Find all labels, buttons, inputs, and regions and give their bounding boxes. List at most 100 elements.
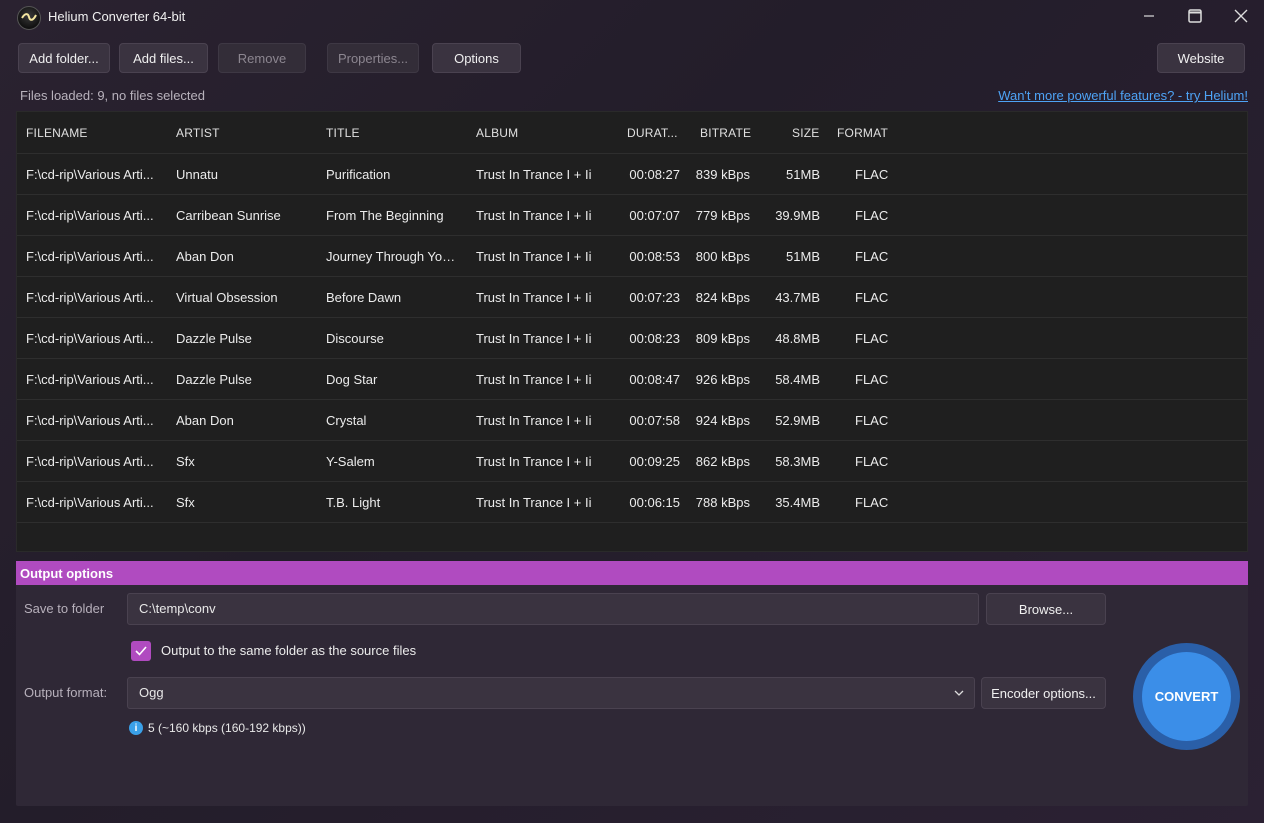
table-row[interactable]: F:\cd-rip\Various Arti... Dazzle Pulse Dog… bbox=[17, 358, 1247, 400]
table-row[interactable]: F:\cd-rip\Various Arti... Virtual Obsessi… bbox=[17, 276, 1247, 318]
cell-filename: F:\cd-rip\Various Arti... bbox=[26, 290, 154, 305]
cell-size: 35.4MB bbox=[775, 495, 820, 510]
output-options-header: Output options bbox=[16, 561, 1248, 585]
output-options-title: Output options bbox=[20, 566, 114, 581]
save-folder-input[interactable]: C:\temp\conv bbox=[127, 593, 979, 625]
table-row[interactable]: F:\cd-rip\Various Arti... Carribean Sunri… bbox=[17, 194, 1247, 236]
table-row[interactable]: F:\cd-rip\Various Arti... Sfx Y-Salem Trust… bbox=[17, 440, 1247, 482]
add-files-button[interactable]: Add files... bbox=[119, 43, 208, 73]
cell-title: Crystal bbox=[326, 413, 367, 428]
cell-format: FLAC bbox=[855, 249, 889, 264]
browse-button[interactable]: Browse... bbox=[986, 593, 1106, 625]
cell-format: FLAC bbox=[855, 372, 889, 387]
info-icon: i bbox=[129, 721, 143, 735]
cell-duration: 00:08:23 bbox=[629, 331, 680, 346]
cell-format: FLAC bbox=[855, 167, 889, 182]
cell-size: 48.8MB bbox=[775, 331, 820, 346]
convert-button-ring[interactable]: CONVERT bbox=[1133, 643, 1240, 750]
cell-album: Trust In Trance I + Ii bbox=[476, 290, 592, 305]
cell-format: FLAC bbox=[855, 495, 889, 510]
cell-bitrate: 779 kBps bbox=[695, 208, 750, 223]
cell-duration: 00:06:15 bbox=[629, 495, 680, 510]
window-title: Helium Converter 64-bit bbox=[48, 9, 186, 24]
cell-bitrate: 924 kBps bbox=[695, 413, 750, 428]
cell-format: FLAC bbox=[855, 454, 889, 469]
options-button[interactable]: Options bbox=[432, 43, 521, 73]
minimize-icon[interactable] bbox=[1126, 0, 1172, 32]
cell-duration: 00:08:47 bbox=[629, 372, 680, 387]
quality-info-text: 5 (~160 kbps (160-192 kbps)) bbox=[148, 721, 306, 735]
cell-bitrate: 926 kBps bbox=[695, 372, 750, 387]
cell-artist: Sfx bbox=[176, 454, 195, 469]
cell-filename: F:\cd-rip\Various Arti... bbox=[26, 167, 154, 182]
output-format-label: Output format: bbox=[24, 685, 108, 700]
cell-album: Trust In Trance I + Ii bbox=[476, 331, 592, 346]
column-header-filename[interactable]: FILENAME bbox=[26, 126, 88, 140]
save-folder-value: C:\temp\conv bbox=[139, 601, 216, 616]
cell-format: FLAC bbox=[855, 413, 889, 428]
cell-bitrate: 800 kBps bbox=[695, 249, 750, 264]
remove-button[interactable]: Remove bbox=[218, 43, 306, 73]
cell-duration: 00:08:53 bbox=[629, 249, 680, 264]
close-icon[interactable] bbox=[1218, 0, 1264, 32]
table-row[interactable]: F:\cd-rip\Various Arti... Aban Don Journey… bbox=[17, 235, 1247, 277]
table-row[interactable]: F:\cd-rip\Various Arti... Aban Don Crystal… bbox=[17, 399, 1247, 441]
cell-title: Journey Through Your... bbox=[326, 249, 462, 264]
maximize-icon[interactable] bbox=[1172, 0, 1218, 32]
cell-album: Trust In Trance I + Ii bbox=[476, 167, 592, 182]
cell-title: Discourse bbox=[326, 331, 384, 346]
column-header-title[interactable]: TITLE bbox=[326, 126, 360, 140]
website-button[interactable]: Website bbox=[1157, 43, 1245, 73]
cell-artist: Aban Don bbox=[176, 413, 234, 428]
cell-artist: Carribean Sunrise bbox=[176, 208, 281, 223]
output-format-value: Ogg bbox=[139, 685, 164, 700]
cell-filename: F:\cd-rip\Various Arti... bbox=[26, 208, 154, 223]
cell-album: Trust In Trance I + Ii bbox=[476, 208, 592, 223]
file-table: FILENAME ARTIST TITLE ALBUM DURAT... BIT… bbox=[16, 111, 1248, 552]
cell-bitrate: 862 kBps bbox=[695, 454, 750, 469]
table-row[interactable]: F:\cd-rip\Various Arti... Unnatu Purificat… bbox=[17, 153, 1247, 195]
title-bar: Helium Converter 64-bit bbox=[0, 0, 1264, 32]
encoder-options-button[interactable]: Encoder options... bbox=[981, 677, 1106, 709]
promo-link[interactable]: Wan't more powerful features? - try Heli… bbox=[998, 88, 1248, 103]
cell-bitrate: 809 kBps bbox=[695, 331, 750, 346]
cell-size: 58.4MB bbox=[775, 372, 820, 387]
add-folder-button[interactable]: Add folder... bbox=[18, 43, 110, 73]
app-logo-icon bbox=[17, 6, 41, 30]
output-format-select[interactable]: Ogg bbox=[127, 677, 975, 709]
cell-artist: Dazzle Pulse bbox=[176, 372, 252, 387]
cell-album: Trust In Trance I + Ii bbox=[476, 454, 592, 469]
cell-album: Trust In Trance I + Ii bbox=[476, 413, 592, 428]
cell-title: Y-Salem bbox=[326, 454, 375, 469]
properties-button[interactable]: Properties... bbox=[327, 43, 419, 73]
cell-filename: F:\cd-rip\Various Arti... bbox=[26, 331, 154, 346]
cell-artist: Dazzle Pulse bbox=[176, 331, 252, 346]
cell-size: 52.9MB bbox=[775, 413, 820, 428]
cell-artist: Aban Don bbox=[176, 249, 234, 264]
convert-button[interactable]: CONVERT bbox=[1142, 652, 1231, 741]
files-loaded-status: Files loaded: 9, no files selected bbox=[20, 88, 205, 103]
column-header-bitrate[interactable]: BITRATE bbox=[700, 126, 751, 140]
cell-duration: 00:08:27 bbox=[629, 167, 680, 182]
cell-artist: Sfx bbox=[176, 495, 195, 510]
column-header-album[interactable]: ALBUM bbox=[476, 126, 518, 140]
same-folder-label[interactable]: Output to the same folder as the source … bbox=[161, 643, 416, 658]
column-header-artist[interactable]: ARTIST bbox=[176, 126, 220, 140]
cell-size: 51MB bbox=[786, 167, 820, 182]
cell-filename: F:\cd-rip\Various Arti... bbox=[26, 413, 154, 428]
column-header-format[interactable]: FORMAT bbox=[837, 126, 888, 140]
column-header-duration[interactable]: DURAT... bbox=[627, 126, 678, 140]
chevron-down-icon bbox=[954, 690, 964, 696]
cell-size: 58.3MB bbox=[775, 454, 820, 469]
table-row[interactable]: F:\cd-rip\Various Arti... Dazzle Pulse Dis… bbox=[17, 317, 1247, 359]
save-to-folder-label: Save to folder bbox=[24, 601, 105, 616]
cell-filename: F:\cd-rip\Various Arti... bbox=[26, 454, 154, 469]
cell-filename: F:\cd-rip\Various Arti... bbox=[26, 249, 154, 264]
table-row[interactable]: F:\cd-rip\Various Arti... Sfx T.B. Light Tr… bbox=[17, 481, 1247, 523]
column-header-size[interactable]: SIZE bbox=[792, 126, 819, 140]
cell-format: FLAC bbox=[855, 331, 889, 346]
cell-filename: F:\cd-rip\Various Arti... bbox=[26, 495, 154, 510]
cell-bitrate: 839 kBps bbox=[695, 167, 750, 182]
cell-album: Trust In Trance I + Ii bbox=[476, 495, 592, 510]
same-folder-checkbox[interactable] bbox=[131, 641, 151, 661]
